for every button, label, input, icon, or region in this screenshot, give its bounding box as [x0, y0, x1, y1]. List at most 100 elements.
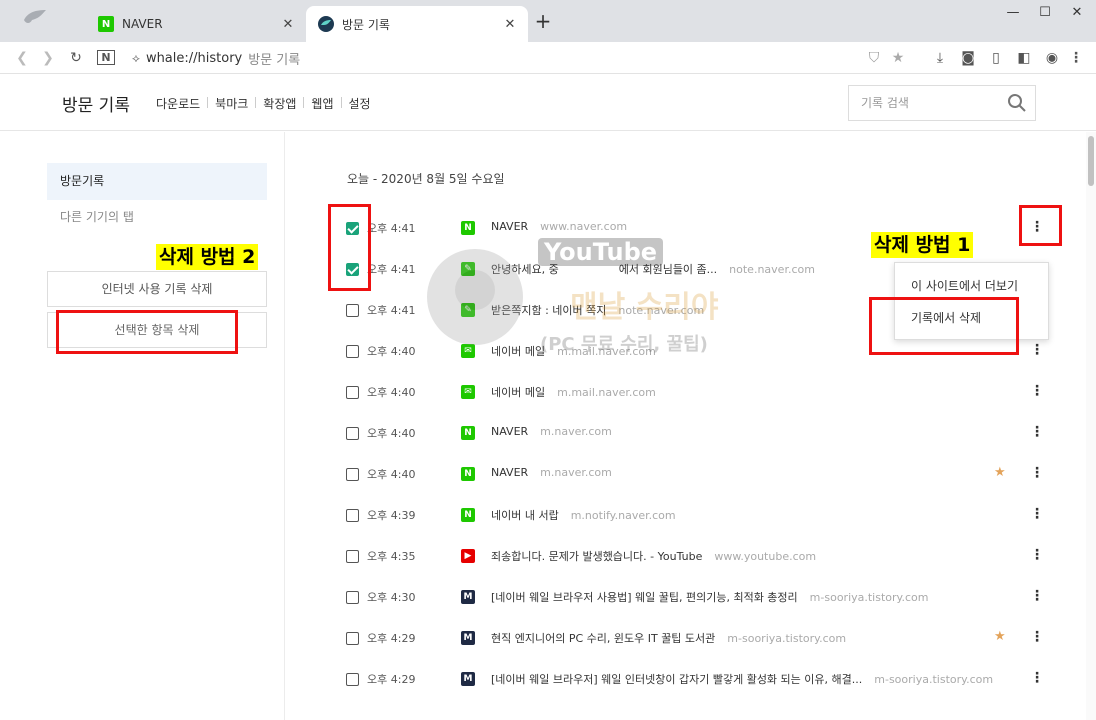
history-row[interactable]: 오후 4:29 M [네이버 웨일 브라우저] 웨일 인터넷창이 갑자기 빨갛게 활… — [340, 658, 1060, 699]
row-time: 오후 4:30 — [367, 591, 416, 604]
row-time: 오후 4:40 — [367, 468, 416, 481]
row-menu-kebab-icon[interactable]: ⋮ — [1030, 586, 1044, 606]
new-tab-button[interactable]: + — [532, 10, 554, 32]
nav-bookmarks[interactable]: 북마크 — [215, 95, 248, 112]
row-link[interactable]: [네이버 웨일 브라우저] 웨일 인터넷창이 갑자기 빨갛게 활성화 되는 이유… — [491, 671, 993, 687]
naver-home-icon[interactable]: N — [94, 46, 118, 70]
nav-divider — [207, 97, 209, 108]
row-time: 오후 4:40 — [367, 386, 416, 399]
naver-favicon-icon: N — [461, 508, 475, 522]
row-url: note.naver.com — [618, 304, 705, 317]
sidebar-item-history[interactable]: 방문기록 — [47, 163, 267, 200]
tab-history[interactable]: 방문 기록 ✕ — [306, 6, 528, 42]
row-link[interactable]: NAVER www.naver.com — [491, 220, 627, 233]
row-checkbox[interactable] — [346, 591, 359, 604]
row-link[interactable]: 네이버 메일 m.mail.naver.com — [491, 384, 656, 400]
header-nav: 다운로드 북마크 확장앱 웹앱 설정 — [156, 95, 371, 112]
row-title: 받은쪽지함 : 네이버 쪽지 — [491, 304, 607, 317]
nav-extensions[interactable]: 확장앱 — [263, 95, 296, 112]
row-menu-kebab-icon[interactable]: ⋮ — [1030, 627, 1044, 647]
nav-downloads[interactable]: 다운로드 — [156, 95, 200, 112]
sidebar-item-other-devices[interactable]: 다른 기기의 탭 — [47, 199, 267, 236]
tistory-favicon-icon: M — [461, 590, 475, 604]
row-checkbox[interactable] — [346, 345, 359, 358]
note-favicon-icon: ✎ — [461, 262, 475, 276]
row-checkbox[interactable] — [346, 550, 359, 563]
row-checkbox[interactable] — [346, 632, 359, 645]
reload-icon[interactable]: ↻ — [64, 46, 88, 70]
menu-kebab-icon[interactable]: ⋮ — [1064, 46, 1088, 70]
back-icon[interactable]: ❮ — [10, 46, 34, 70]
row-checkbox[interactable] — [346, 304, 359, 317]
close-icon[interactable]: ✕ — [500, 17, 520, 32]
history-sidebar: 방문기록 다른 기기의 탭 인터넷 사용 기록 삭제 선택한 항목 삭제 — [0, 132, 285, 720]
address-bar[interactable]: ⟡ whale://history 방문 기록 — [132, 48, 300, 68]
history-row[interactable]: 오후 4:30 M [네이버 웨일 브라우저 사용법] 웨일 꿀팁, 편의기능, 최… — [340, 576, 1060, 617]
menu-item-more-from-site[interactable]: 이 사이트에서 더보기 — [911, 277, 1018, 294]
row-title: 현직 엔지니어의 PC 수리, 윈도우 IT 꿀팁 도서관 — [491, 632, 716, 645]
row-link[interactable]: 죄송합니다. 문제가 발생했습니다. - YouTube www.youtube.… — [491, 548, 816, 564]
nav-webapps[interactable]: 웹앱 — [311, 95, 333, 112]
sidebar-toggle-icon[interactable]: ◧ — [1012, 46, 1036, 70]
window-close-icon[interactable]: ✕ — [1062, 2, 1092, 26]
naver-favicon-icon: N — [461, 221, 475, 235]
row-menu-kebab-icon[interactable]: ⋮ — [1030, 668, 1044, 688]
row-checkbox[interactable] — [346, 427, 359, 440]
row-checkbox[interactable] — [346, 673, 359, 686]
capture-icon[interactable]: ◙ — [956, 46, 980, 70]
annotation-box-remove — [869, 297, 1019, 355]
download-icon[interactable]: ⤓ — [928, 46, 952, 70]
row-title: NAVER — [491, 220, 529, 233]
row-link[interactable]: 네이버 내 서랍 m.notify.naver.com — [491, 507, 676, 523]
annotation-box-kebab — [1019, 205, 1062, 246]
reader-icon[interactable]: ▯ — [984, 46, 1008, 70]
tistory-favicon-icon: M — [461, 631, 475, 645]
row-menu-kebab-icon[interactable]: ⋮ — [1030, 504, 1044, 524]
note-favicon-icon: ✎ — [461, 303, 475, 317]
row-link[interactable]: NAVER m.naver.com — [491, 425, 612, 438]
row-link[interactable]: 네이버 메일 m.mail.naver.com — [491, 343, 656, 359]
row-url: note.naver.com — [729, 263, 815, 276]
row-time: 오후 4:39 — [367, 509, 416, 522]
address-url: whale://history — [145, 50, 243, 66]
row-link[interactable]: 현직 엔지니어의 PC 수리, 윈도우 IT 꿀팁 도서관 m-sooriya.t… — [491, 630, 846, 646]
row-time: 오후 4:29 — [367, 673, 416, 686]
history-search-input[interactable] — [849, 86, 989, 120]
row-menu-kebab-icon[interactable]: ⋮ — [1030, 381, 1044, 401]
row-title: 안녕하세요, 중 — [491, 263, 559, 276]
maximize-icon[interactable]: ☐ — [1030, 2, 1060, 26]
history-row[interactable]: 오후 4:40 N NAVER m.naver.com ⋮ — [340, 412, 1060, 453]
row-checkbox[interactable] — [346, 509, 359, 522]
shield-icon[interactable]: ⛉ — [862, 46, 886, 70]
bookmark-star-icon[interactable]: ★ — [886, 46, 910, 70]
nav-settings[interactable]: 설정 — [349, 95, 371, 112]
close-icon[interactable]: ✕ — [278, 17, 298, 32]
tab-naver[interactable]: N NAVER ✕ — [86, 6, 306, 42]
row-menu-kebab-icon[interactable]: ⋮ — [1030, 422, 1044, 442]
row-checkbox[interactable] — [346, 386, 359, 399]
row-menu-kebab-icon[interactable]: ⋮ — [1030, 463, 1044, 483]
history-row[interactable]: 오후 4:35 ▶ 죄송합니다. 문제가 발생했습니다. - YouTube www.… — [340, 535, 1060, 576]
forward-icon[interactable]: ❯ — [36, 46, 60, 70]
row-link[interactable]: [네이버 웨일 브라우저 사용법] 웨일 꿀팁, 편의기능, 최적화 총정리 m-… — [491, 589, 928, 605]
scrollbar[interactable] — [1086, 132, 1096, 720]
naver-favicon-icon: N — [461, 426, 475, 440]
bookmarked-star-icon: ★ — [994, 629, 1006, 644]
clear-browsing-data-button[interactable]: 인터넷 사용 기록 삭제 — [47, 271, 267, 307]
row-menu-kebab-icon[interactable]: ⋮ — [1030, 340, 1044, 360]
history-row[interactable]: 오후 4:40 N NAVER m.naver.com ★ ⋮ — [340, 453, 1060, 494]
history-row[interactable]: 오후 4:40 ✉ 네이버 메일 m.mail.naver.com ⋮ — [340, 371, 1060, 412]
history-row[interactable]: 오후 4:39 N 네이버 내 서랍 m.notify.naver.com ⋮ — [340, 494, 1060, 535]
scrollbar-thumb[interactable] — [1088, 136, 1094, 186]
row-link[interactable]: NAVER m.naver.com — [491, 466, 612, 479]
minimize-icon[interactable]: — — [998, 2, 1028, 26]
row-link[interactable]: 안녕하세요, 중 에서 회원님들이 좀... note.naver.com — [491, 261, 815, 277]
whale-favicon-icon — [318, 16, 334, 32]
row-menu-kebab-icon[interactable]: ⋮ — [1030, 545, 1044, 565]
whale-logo-icon — [24, 10, 46, 23]
row-checkbox[interactable] — [346, 468, 359, 481]
row-link[interactable]: 받은쪽지함 : 네이버 쪽지 note.naver.com — [491, 302, 704, 318]
account-icon[interactable]: ◉ — [1040, 46, 1064, 70]
history-row[interactable]: 오후 4:29 M 현직 엔지니어의 PC 수리, 윈도우 IT 꿀팁 도서관 m-s… — [340, 617, 1060, 658]
search-icon[interactable] — [1007, 93, 1027, 113]
